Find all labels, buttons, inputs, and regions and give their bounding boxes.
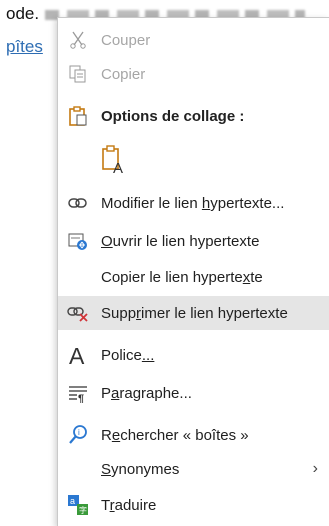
menu-item-cut[interactable]: Couper [58,23,329,57]
menu-item-label: Ouvrir le lien hypertexte [101,232,260,250]
remove-link-icon [66,301,90,325]
open-link-icon [66,229,90,253]
svg-text:a: a [70,496,75,506]
submenu-arrow-icon: › [312,460,318,477]
menu-item-label: Synonymes [101,460,180,478]
search-icon: i [66,423,90,447]
menu-item-remove-hyperlink[interactable]: Supprimer le lien hypertexte [58,296,329,330]
menu-item-label: Supprimer le lien hypertexte [101,304,288,322]
paragraph-icon: ¶ [66,381,90,405]
menu-item-label: Copier [101,65,146,83]
menu-item-font[interactable]: A Police... [58,338,329,372]
menu-item-edit-hyperlink[interactable]: Modifier le lien hypertexte... [58,186,329,220]
clipboard-icon [66,104,90,128]
menu-item-copy-hyperlink[interactable]: Copier le lien hypertexte [58,260,329,294]
link-icon [66,191,90,215]
svg-text:字: 字 [79,505,87,515]
menu-item-search[interactable]: i Rechercher « boîtes » [58,418,329,452]
menu-item-translate[interactable]: a字 Traduire [58,488,329,522]
context-menu: Couper Copier Options de collage : A Mod… [57,17,329,526]
font-icon: A [66,343,90,367]
paste-text-only-icon[interactable]: A [98,143,128,175]
menu-item-label: Rechercher « boîtes » [101,426,249,444]
svg-text:i: i [78,428,80,437]
menu-item-open-hyperlink[interactable]: Ouvrir le lien hypertexte [58,224,329,258]
document-hyperlink[interactable]: pîtes [6,37,43,57]
paste-options-row: A [58,140,329,178]
menu-item-label: Options de collage : [101,107,245,125]
menu-item-paste-options: Options de collage : [58,99,329,133]
translate-icon: a字 [66,493,90,517]
menu-item-synonyms[interactable]: Synonymes › [58,452,329,486]
svg-text:A: A [113,160,123,175]
svg-text:A: A [69,343,85,367]
menu-item-label: Traduire [101,496,157,514]
copy-icon [66,62,90,86]
svg-text:¶: ¶ [78,393,84,403]
menu-item-label: Paragraphe... [101,384,192,402]
menu-item-label: Police... [101,346,155,364]
menu-item-paragraph[interactable]: ¶ Paragraphe... [58,376,329,410]
menu-item-label: Modifier le lien hypertexte... [101,194,285,212]
menu-item-label: Couper [101,31,151,49]
scissors-icon [66,28,90,52]
menu-item-label: Copier le lien hypertexte [101,268,263,286]
menu-item-copy[interactable]: Copier [58,57,329,91]
